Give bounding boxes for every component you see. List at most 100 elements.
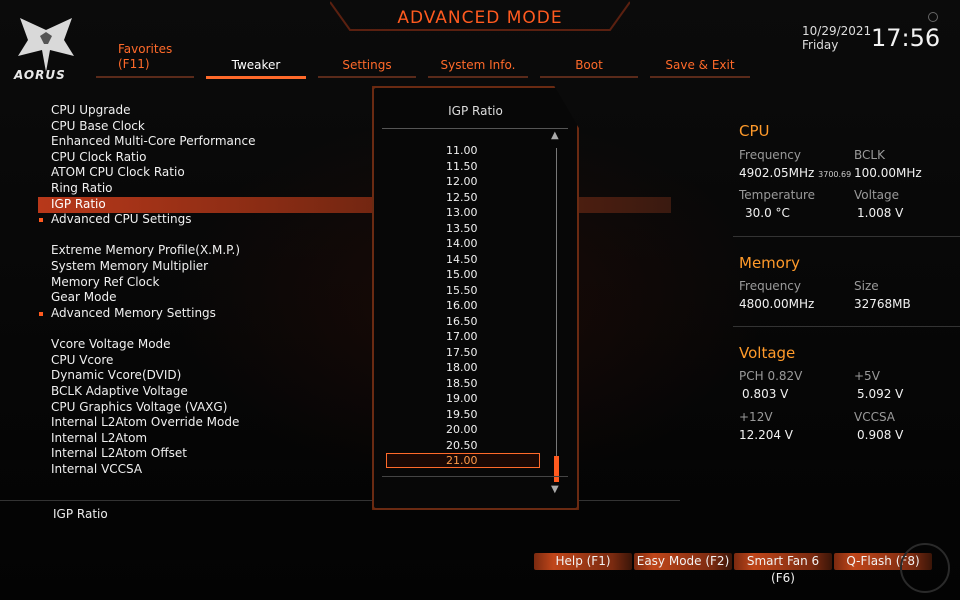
- menu-item-internal-l2atom[interactable]: Internal L2Atom: [51, 431, 147, 445]
- watermark-logo-icon: [900, 543, 950, 593]
- popup-option[interactable]: 15.00: [446, 268, 478, 281]
- popup-option[interactable]: 13.50: [446, 222, 478, 235]
- menu-item-l2atom-override-mode[interactable]: Internal L2Atom Override Mode: [51, 415, 239, 429]
- popup-option[interactable]: 16.00: [446, 299, 478, 312]
- popup-option[interactable]: 19.50: [446, 408, 478, 421]
- logo-text: AORUS: [14, 68, 66, 82]
- tab-settings[interactable]: Settings: [318, 54, 416, 78]
- menu-item-cpu-graphics-voltage[interactable]: CPU Graphics Voltage (VAXG): [51, 400, 227, 414]
- menu-item-memory-ref-clock[interactable]: Memory Ref Clock: [51, 275, 159, 289]
- voltage-section-title: Voltage: [739, 344, 796, 362]
- tab-tweaker[interactable]: Tweaker: [206, 54, 306, 79]
- cpu-bclk-value: 100.00MHz: [854, 166, 922, 180]
- cpu-section-divider: [733, 236, 960, 237]
- smart-fan-button[interactable]: Smart Fan 6 (F6): [734, 553, 832, 585]
- time-display: 17:56: [871, 24, 941, 52]
- menu-item-l2atom-offset[interactable]: Internal L2Atom Offset: [51, 446, 187, 460]
- menu-item-cpu-upgrade[interactable]: CPU Upgrade: [51, 103, 131, 117]
- popup-bottom-divider: [382, 476, 568, 477]
- menu-item-system-memory-multiplier[interactable]: System Memory Multiplier: [51, 259, 208, 273]
- cpu-frequency-value: 4902.05MHz 3700.69: [739, 166, 851, 180]
- title-banner: ADVANCED MODE: [330, 0, 630, 36]
- pch-voltage-value: 0.803 V: [742, 387, 789, 401]
- popup-option[interactable]: 17.50: [446, 346, 478, 359]
- memory-size-value: 32768MB: [854, 297, 911, 311]
- easy-mode-button[interactable]: Easy Mode (F2): [634, 553, 732, 570]
- tab-favorites[interactable]: Favorites (F11): [96, 42, 194, 78]
- menu-item-cpu-clock-ratio[interactable]: CPU Clock Ratio: [51, 150, 146, 164]
- popup-option[interactable]: 12.50: [446, 191, 478, 204]
- vccsa-value: 0.908 V: [857, 428, 904, 442]
- date-display: 10/29/2021: [802, 24, 872, 38]
- menu-item-atom-cpu-clock-ratio[interactable]: ATOM CPU Clock Ratio: [51, 165, 185, 179]
- menu-item-cpu-vcore[interactable]: CPU Vcore: [51, 353, 113, 367]
- page-title: ADVANCED MODE: [397, 8, 563, 28]
- 5v-label: +5V: [854, 369, 880, 383]
- cpu-voltage-label: Voltage: [854, 188, 900, 202]
- menu-item-igp-ratio[interactable]: IGP Ratio: [51, 197, 106, 211]
- tab-favorites-key: (F11): [118, 57, 150, 71]
- tab-boot[interactable]: Boot: [540, 54, 638, 78]
- 5v-value: 5.092 V: [857, 387, 904, 401]
- popup-option[interactable]: 11.50: [446, 160, 478, 173]
- vccsa-label: VCCSA: [854, 410, 896, 424]
- popup-option[interactable]: 18.00: [446, 361, 478, 374]
- cpu-frequency-sub: 3700.69: [818, 170, 852, 179]
- menu-item-dynamic-vcore[interactable]: Dynamic Vcore(DVID): [51, 368, 181, 382]
- cpu-bclk-label: BCLK: [854, 148, 885, 162]
- 12v-value: 12.204 V: [739, 428, 794, 442]
- tab-system-info[interactable]: System Info.: [428, 54, 528, 78]
- menu-item-cpu-base-clock[interactable]: CPU Base Clock: [51, 119, 145, 133]
- cpu-temperature-label: Temperature: [739, 188, 816, 202]
- 12v-label: +12V: [739, 410, 773, 424]
- help-button[interactable]: Help (F1): [534, 553, 632, 570]
- popup-option[interactable]: 12.00: [446, 175, 478, 188]
- cpu-temperature-value: 30.0 °C: [745, 206, 790, 220]
- menu-item-advanced-memory-settings[interactable]: Advanced Memory Settings: [51, 306, 216, 320]
- memory-section-divider: [733, 326, 960, 327]
- menu-item-internal-vccsa[interactable]: Internal VCCSA: [51, 462, 142, 476]
- menu-item-ring-ratio[interactable]: Ring Ratio: [51, 181, 113, 195]
- submenu-bullet-icon: [39, 218, 43, 222]
- info-icon[interactable]: [928, 12, 938, 22]
- popup-title-divider: [382, 128, 568, 129]
- cpu-voltage-value: 1.008 V: [857, 206, 904, 220]
- memory-section-title: Memory: [739, 254, 801, 272]
- scroll-down-arrow-icon[interactable]: ▼: [551, 484, 559, 495]
- memory-size-label: Size: [854, 279, 879, 293]
- menu-item-advanced-cpu-settings[interactable]: Advanced CPU Settings: [51, 212, 192, 226]
- popup-option[interactable]: 20.50: [446, 439, 478, 452]
- cpu-frequency-label: Frequency: [739, 148, 801, 162]
- submenu-bullet-icon: [39, 312, 43, 316]
- memory-frequency-label: Frequency: [739, 279, 801, 293]
- popup-option-selected[interactable]: 21.00: [446, 454, 478, 467]
- menu-item-xmp[interactable]: Extreme Memory Profile(X.M.P.): [51, 243, 240, 257]
- popup-option[interactable]: 11.00: [446, 144, 478, 157]
- popup-option[interactable]: 13.00: [446, 206, 478, 219]
- popup-scrollbar-track[interactable]: [556, 148, 557, 480]
- cpu-frequency-main: 4902.05MHz: [739, 166, 815, 180]
- popup-option[interactable]: 14.50: [446, 253, 478, 266]
- popup-scrollbar-thumb[interactable]: [554, 456, 559, 482]
- cpu-section-title: CPU: [739, 122, 770, 140]
- menu-item-bclk-adaptive-voltage[interactable]: BCLK Adaptive Voltage: [51, 384, 188, 398]
- popup-option[interactable]: 15.50: [446, 284, 478, 297]
- popup-option[interactable]: 16.50: [446, 315, 478, 328]
- help-description: IGP Ratio: [53, 507, 108, 521]
- day-display: Friday: [802, 38, 839, 52]
- popup-option[interactable]: 14.00: [446, 237, 478, 250]
- popup-option[interactable]: 18.50: [446, 377, 478, 390]
- popup-option[interactable]: 19.00: [446, 392, 478, 405]
- scroll-up-arrow-icon[interactable]: ▲: [551, 130, 559, 141]
- popup-option[interactable]: 17.00: [446, 330, 478, 343]
- tab-favorites-label: Favorites: [118, 42, 173, 56]
- igp-ratio-popup[interactable]: IGP Ratio ▲ ▼ 11.00 11.50 12.00 12.50 13…: [372, 86, 579, 510]
- memory-frequency-value: 4800.00MHz: [739, 297, 815, 311]
- popup-option[interactable]: 20.00: [446, 423, 478, 436]
- menu-item-vcore-voltage-mode[interactable]: Vcore Voltage Mode: [51, 337, 171, 351]
- pch-voltage-label: PCH 0.82V: [739, 369, 803, 383]
- popup-title: IGP Ratio: [448, 104, 503, 118]
- menu-item-enhanced-multi-core[interactable]: Enhanced Multi-Core Performance: [51, 134, 255, 148]
- menu-item-gear-mode[interactable]: Gear Mode: [51, 290, 116, 304]
- tab-save-exit[interactable]: Save & Exit: [650, 54, 750, 78]
